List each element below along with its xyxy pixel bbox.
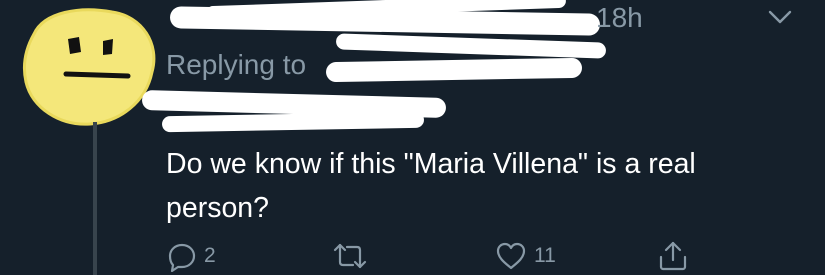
reply-button[interactable]: 2: [166, 240, 216, 272]
avatar[interactable]: [20, 6, 160, 126]
reply-count: 2: [204, 244, 216, 267]
tweet-actions: 2 11: [166, 240, 706, 272]
tweet-timestamp[interactable]: 18h: [596, 2, 643, 34]
share-button[interactable]: [656, 240, 690, 272]
like-button[interactable]: 11: [494, 240, 556, 272]
thread-line: [93, 122, 97, 275]
redacted-reply-handle: [161, 111, 425, 133]
chevron-down-icon[interactable]: [766, 6, 794, 30]
reply-icon: [168, 243, 196, 272]
share-icon: [659, 241, 687, 271]
redacted-handle: [335, 33, 607, 59]
retweet-button[interactable]: [332, 240, 374, 272]
like-count: 11: [534, 244, 556, 267]
replying-to-label: Replying to: [166, 49, 307, 80]
replying-to: Replying to: [166, 48, 306, 82]
tweet-card[interactable]: 18h Replying to Do we know if this "Mari…: [0, 0, 825, 275]
redacted-reply-handle[interactable]: [325, 57, 583, 83]
retweet-icon: [333, 243, 367, 269]
tweet-header: 18h: [166, 0, 806, 59]
tweet-text: Do we know if this "Maria Villena" is a …: [166, 148, 696, 224]
avatar-column: [20, 6, 160, 275]
heart-icon: [496, 242, 526, 270]
